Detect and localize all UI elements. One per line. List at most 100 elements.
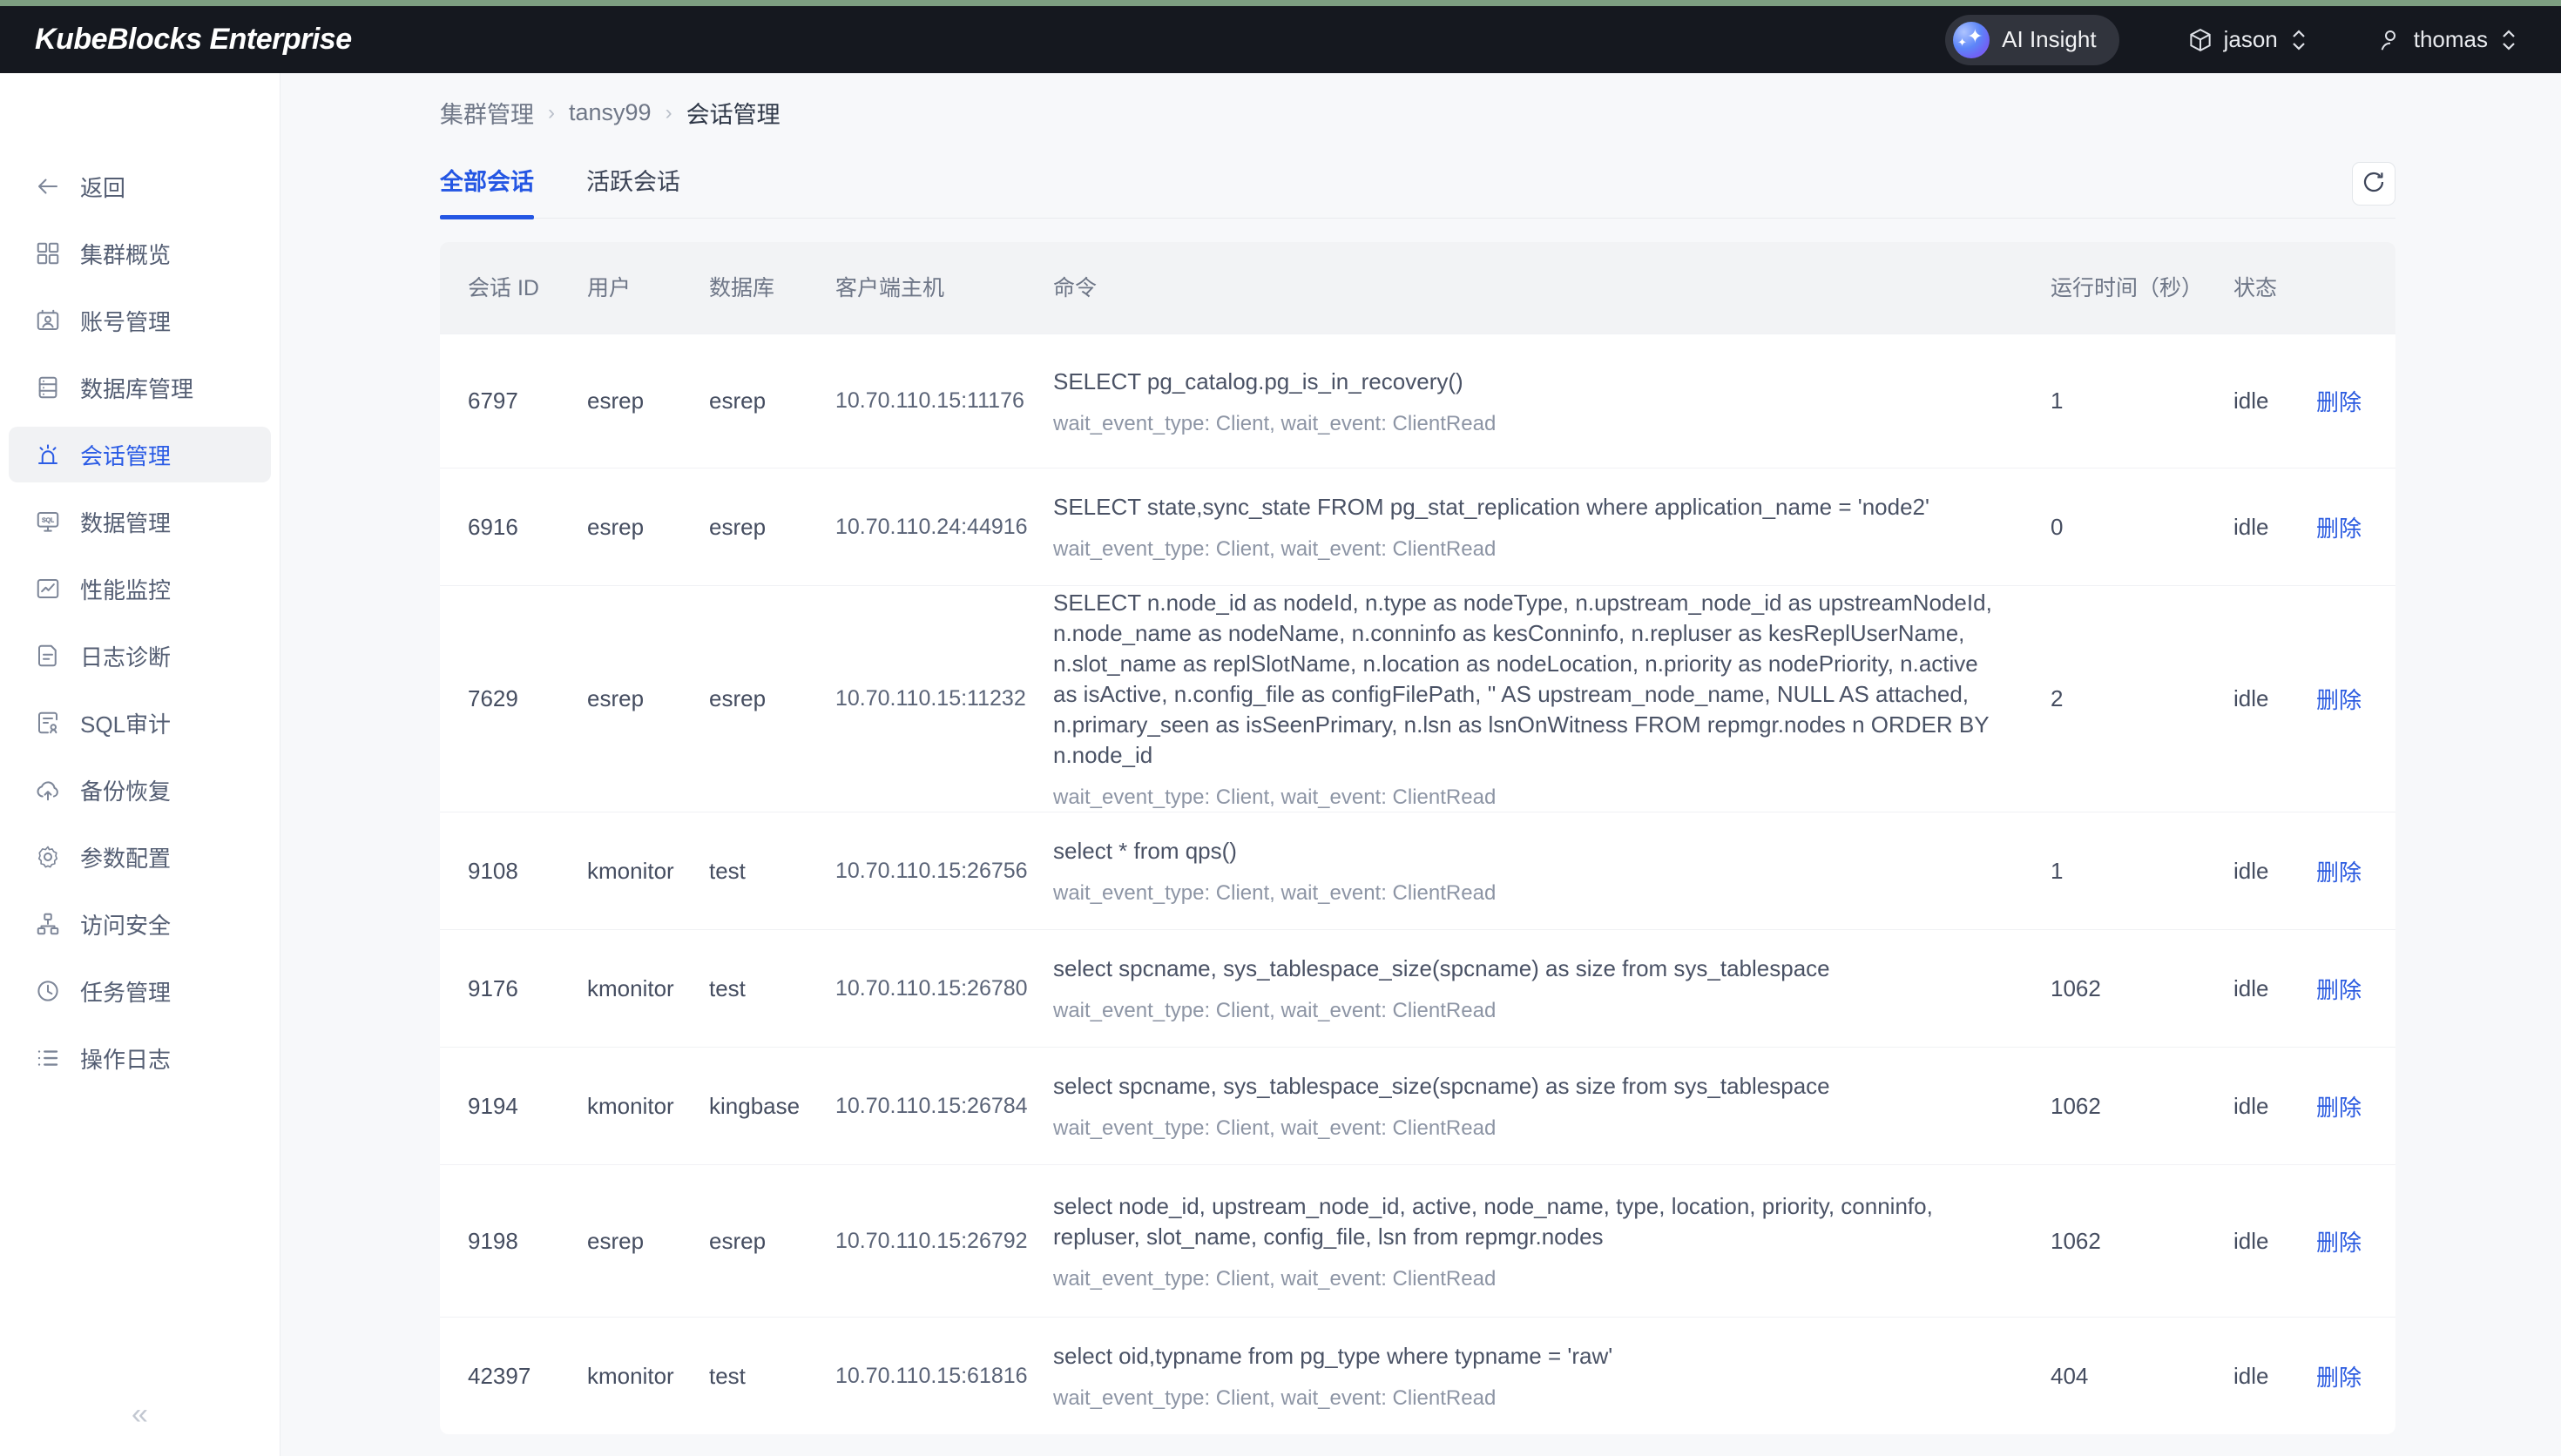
log-doc-icon [35,643,61,669]
sidebar-item-sql-audit[interactable]: SQL审计 [9,695,271,751]
sidebar-item-access-tree[interactable]: 访问安全 [9,896,271,952]
tab-active-sessions[interactable]: 活跃会话 [586,163,680,218]
delete-link[interactable]: 删除 [2316,973,2362,1005]
cell-state: idle [2213,468,2295,585]
account-icon [35,307,61,334]
cell-user: esrep [566,468,688,585]
header-database: 数据库 [688,242,814,334]
chevron-updown-icon [2498,27,2519,53]
sidebar-item-session[interactable]: 会话管理 [9,427,271,482]
cell-actions: 删除 [2295,1318,2395,1434]
sidebar-item-oplog-list[interactable]: 操作日志 [9,1030,271,1086]
table-row: 6797esrepesrep10.70.110.15:11176SELECT p… [440,334,2395,468]
perf-chart-icon [35,576,61,602]
cell-database: test [688,930,814,1047]
cube-icon [2187,27,2213,53]
cell-actions: 删除 [2295,468,2395,585]
cell-runtime-seconds: 1 [2030,812,2213,929]
table-row: 9194kmonitorkingbase10.70.110.15:26784se… [440,1047,2395,1164]
sidebar-item-perf-chart[interactable]: 性能监控 [9,561,271,617]
sidebar-item-label: 备份恢复 [80,774,171,806]
cell-user: kmonitor [566,1048,688,1164]
sidebar-item-arrow-left[interactable]: 返回 [9,158,271,214]
sidebar-item-label: 日志诊断 [80,640,171,672]
cell-runtime-seconds: 1062 [2030,1165,2213,1317]
cell-user: esrep [566,334,688,468]
sidebar-item-data-sql[interactable]: SQL数据管理 [9,494,271,549]
breadcrumb-separator: › [666,101,672,125]
backup-cloud-icon [35,777,61,803]
ai-sparkle-icon: ✦✦ [1953,22,1990,58]
table-row: 9176kmonitortest10.70.110.15:26780select… [440,929,2395,1047]
sidebar-collapse-icon[interactable]: « [0,1398,280,1432]
cluster-overview-icon [35,240,61,266]
data-sql-icon: SQL [35,509,61,535]
cell-user: esrep [566,1165,688,1317]
command-wait-event-text: wait_event_type: Client, wait_event: Cli… [1053,537,1496,562]
cell-session-id: 7629 [440,586,566,812]
cell-user: esrep [566,586,688,812]
cell-command: SELECT state,sync_state FROM pg_stat_rep… [1032,468,2030,585]
cell-session-id: 9108 [440,812,566,929]
sidebar-item-account[interactable]: 账号管理 [9,293,271,348]
cell-user: kmonitor [566,930,688,1047]
cell-session-id: 9198 [440,1165,566,1317]
cell-state: idle [2213,930,2295,1047]
command-sql-text: SELECT pg_catalog.pg_is_in_recovery() [1053,367,1463,397]
delete-link[interactable]: 删除 [2316,1360,2362,1392]
sessions-table: 会话 ID 用户 数据库 客户端主机 命令 运行时间（秒） 状态 6797esr… [440,242,2395,1434]
sidebar-item-database[interactable]: 数据库管理 [9,360,271,415]
breadcrumb-cluster-management[interactable]: 集群管理 [440,96,534,130]
breadcrumb-current-page: 会话管理 [686,96,780,130]
cell-runtime-seconds: 1062 [2030,930,2213,1047]
sidebar-item-log-doc[interactable]: 日志诊断 [9,628,271,684]
refresh-icon [2361,169,2387,199]
sidebar-item-cluster-overview[interactable]: 集群概览 [9,226,271,281]
sidebar-item-label: 数据库管理 [80,372,193,404]
delete-link[interactable]: 删除 [2316,1225,2362,1257]
user-menu[interactable]: thomas [2377,26,2519,53]
breadcrumb: 集群管理 › tansy99 › 会话管理 [440,73,2395,130]
sidebar-item-backup-cloud[interactable]: 备份恢复 [9,762,271,818]
delete-link[interactable]: 删除 [2316,511,2362,543]
cell-session-id: 6916 [440,468,566,585]
ai-insight-button[interactable]: ✦✦ AI Insight [1945,15,2118,65]
cell-command: select oid,typname from pg_type where ty… [1032,1318,2030,1434]
cell-session-id: 6797 [440,334,566,468]
cell-client-host: 10.70.110.15:26780 [814,930,1032,1047]
cell-database: esrep [688,1165,814,1317]
cell-state: idle [2213,334,2295,468]
breadcrumb-separator: › [548,101,555,125]
chevron-updown-icon [2288,27,2309,53]
sidebar-item-label: SQL审计 [80,707,171,739]
cell-state: idle [2213,1165,2295,1317]
cell-client-host: 10.70.110.15:26792 [814,1165,1032,1317]
sidebar-item-label: 任务管理 [80,975,171,1008]
user-icon [2377,27,2403,53]
refresh-button[interactable] [2352,162,2395,206]
cell-client-host: 10.70.110.15:11176 [814,334,1032,468]
breadcrumb-cluster-name[interactable]: tansy99 [569,99,652,126]
sidebar: 返回集群概览账号管理数据库管理会话管理 SQL数据管理性能监控日志诊断 SQL审计备… [0,73,280,1456]
header-runtime-seconds: 运行时间（秒） [2030,242,2213,334]
workspace-menu[interactable]: jason [2187,26,2309,53]
cell-command: select * from qps()wait_event_type: Clie… [1032,812,2030,929]
command-wait-event-text: wait_event_type: Client, wait_event: Cli… [1053,1116,1496,1141]
table-header-row: 会话 ID 用户 数据库 客户端主机 命令 运行时间（秒） 状态 [440,242,2395,334]
command-sql-text: select spcname, sys_tablespace_size(spcn… [1053,954,1830,984]
delete-link[interactable]: 删除 [2316,385,2362,417]
main-content: 集群管理 › tansy99 › 会话管理 全部会话 活跃会话 会话 ID 用户… [280,73,2561,1456]
cell-client-host: 10.70.110.15:61816 [814,1318,1032,1434]
sidebar-item-clock[interactable]: 任务管理 [9,963,271,1019]
command-sql-text: select node_id, upstream_node_id, active… [1053,1191,2004,1252]
cell-database: kingbase [688,1048,814,1164]
sidebar-item-gear[interactable]: 参数配置 [9,829,271,885]
session-icon [35,442,61,468]
delete-link[interactable]: 删除 [2316,683,2362,715]
ai-insight-label: AI Insight [2002,26,2096,53]
cell-actions: 删除 [2295,334,2395,468]
tab-all-sessions[interactable]: 全部会话 [440,163,534,218]
delete-link[interactable]: 删除 [2316,855,2362,887]
delete-link[interactable]: 删除 [2316,1090,2362,1122]
access-tree-icon [35,911,61,937]
